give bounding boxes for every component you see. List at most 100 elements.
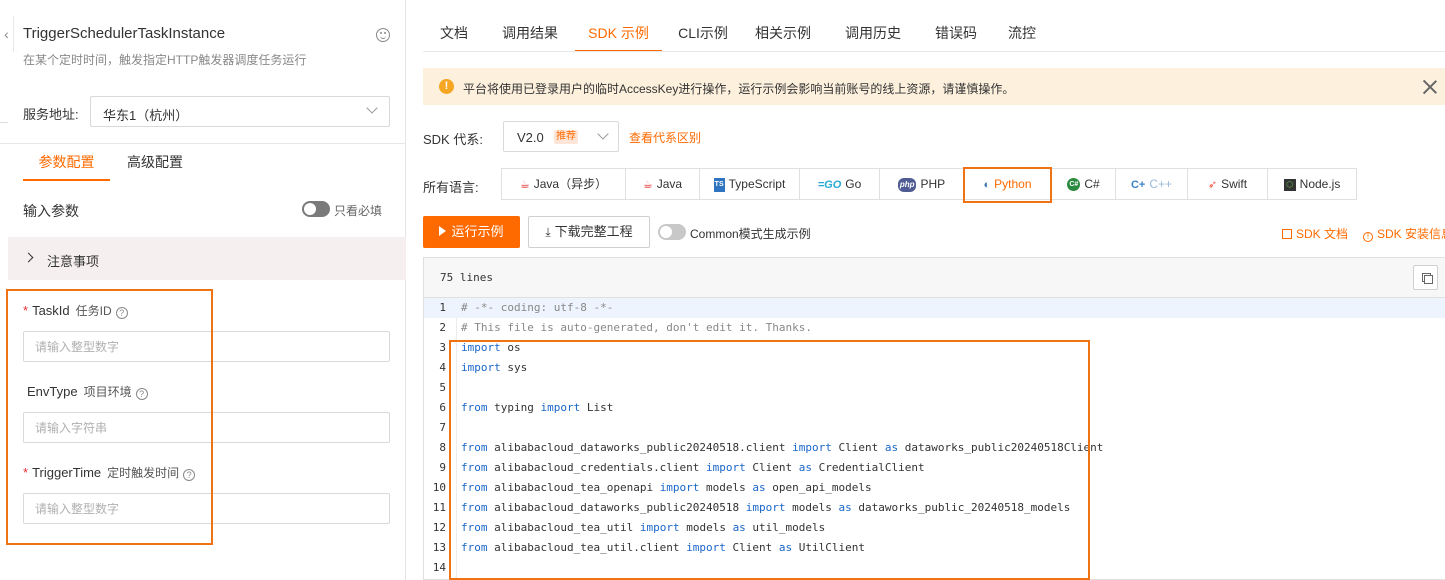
lang-tab-csharp[interactable]: C# C# — [1052, 169, 1116, 199]
tab-cli-example[interactable]: CLI示例 — [672, 15, 734, 52]
lang-tab-java-async[interactable]: ☕ Java（异步） — [502, 169, 626, 199]
php-icon: php — [897, 177, 917, 192]
help-question-icon[interactable]: ? — [183, 469, 196, 481]
code-token: open_api_models — [765, 481, 872, 494]
code-text: from typing import List — [461, 398, 613, 418]
run-example-button[interactable]: 运行示例 — [423, 216, 520, 248]
code-keyword: as — [752, 481, 766, 494]
taskid-input[interactable] — [23, 331, 390, 362]
lang-tab-python[interactable]: ◐ Python — [964, 169, 1052, 199]
chevron-right-icon — [23, 252, 34, 263]
line-number: 2 — [439, 321, 446, 334]
code-token: alibabacloud_tea_util — [487, 521, 640, 534]
code-line: 11 from alibabacloud_dataworks_public2024… — [424, 498, 1445, 518]
sdk-install-link[interactable]: ! SDK 安装信息 — [1363, 225, 1445, 242]
cpp-icon: C+ — [1130, 178, 1146, 191]
collapse-panel-icon[interactable]: ‹ — [0, 16, 14, 52]
lang-tab-label: C++ — [1149, 177, 1173, 191]
sdk-doc-link[interactable]: SDK 文档 — [1282, 225, 1348, 242]
code-comment: # -*- coding: utf-8 -*- — [461, 301, 614, 314]
help-question-icon[interactable]: ? — [135, 388, 148, 400]
field-label-envtype: EnvType 项目环境? — [23, 383, 148, 400]
tab-related-examples[interactable]: 相关示例 — [748, 15, 818, 52]
code-token: alibabacloud_tea_openapi — [487, 481, 660, 494]
chevron-down-icon — [366, 102, 378, 114]
close-icon[interactable] — [1421, 78, 1439, 96]
code-token: alibabacloud_credentials.client — [487, 461, 707, 474]
triggertime-input[interactable] — [23, 493, 390, 524]
lang-tab-nodejs[interactable]: ⬡ Node.js — [1268, 169, 1356, 199]
lang-tab-typescript[interactable]: TS TypeScript — [700, 169, 800, 199]
code-line: 3 import os — [424, 338, 1445, 358]
line-number: 14 — [432, 561, 446, 574]
nodejs-icon: ⬡ — [1283, 178, 1296, 191]
lang-tab-go[interactable]: =GO Go — [800, 169, 880, 199]
tab-param-config[interactable]: 参数配置 — [23, 146, 110, 181]
code-token: UtilClient — [792, 541, 866, 554]
line-number: 3 — [439, 341, 446, 354]
lang-tab-label: PHP — [920, 177, 946, 191]
copy-icon[interactable] — [1413, 265, 1438, 290]
required-only-toggle[interactable] — [302, 201, 330, 217]
code-keyword: as — [798, 461, 813, 474]
code-body[interactable]: 1 # -*- coding: utf-8 -*- 2 # This file is … — [424, 298, 1445, 579]
tab-flow-control[interactable]: 流控 — [1004, 15, 1040, 52]
download-project-button[interactable]: ⤓ 下载完整工程 — [528, 216, 650, 248]
field-name: TaskId — [32, 303, 70, 318]
code-keyword: from — [461, 481, 488, 494]
code-token: alibabacloud_dataworks_public20240518 — [487, 501, 746, 514]
service-address-select[interactable]: 华东1（杭州） — [90, 96, 390, 127]
lang-tab-php[interactable]: php PHP — [880, 169, 964, 199]
view-generation-diff-link[interactable]: 查看代系区别 — [629, 129, 701, 146]
code-header: 75 lines — [424, 258, 1445, 298]
code-viewer: 75 lines 1 # -*- coding: utf-8 -*- 2 # This… — [423, 257, 1445, 580]
divider — [0, 143, 406, 144]
code-text: from alibabacloud_dataworks_public202405… — [461, 498, 1070, 518]
help-question-icon[interactable]: ? — [115, 307, 128, 319]
code-line: 13 from alibabacloud_tea_util.client impo… — [424, 538, 1445, 558]
sdk-version-select[interactable]: V2.0 推荐 — [503, 121, 619, 152]
code-token: Client — [725, 541, 779, 554]
code-line: 5 — [424, 378, 1445, 398]
code-text: from alibabacloud_tea_util.client import… — [461, 538, 865, 558]
common-mode-label: Common模式生成示例 — [690, 227, 811, 241]
code-token: CredentialClient — [812, 461, 925, 474]
code-token: typing — [487, 401, 541, 414]
python-icon: ◐ — [983, 178, 991, 191]
field-cn-name: 任务ID — [75, 304, 112, 318]
code-token: os — [500, 341, 521, 354]
tab-error-codes[interactable]: 错误码 — [928, 15, 984, 52]
line-number: 12 — [432, 521, 446, 534]
code-comment: # This file is auto-generated, don't edi… — [461, 321, 812, 334]
java-icon: ☕ — [519, 178, 530, 191]
swift-icon: ➶ — [1207, 178, 1218, 191]
tab-call-history[interactable]: 调用历史 — [838, 15, 908, 52]
common-mode-toggle[interactable] — [658, 224, 686, 240]
lang-tab-label: TypeScript — [728, 177, 786, 191]
lang-tab-swift[interactable]: ➶ Swift — [1188, 169, 1268, 199]
lang-tab-label: Swift — [1221, 177, 1248, 191]
envtype-input[interactable] — [23, 412, 390, 443]
code-keyword: import — [706, 461, 746, 474]
tab-advanced-config[interactable]: 高级配置 — [127, 146, 183, 181]
notice-label: 注意事项 — [47, 254, 100, 269]
code-text: # This file is auto-generated, don't edi… — [461, 318, 812, 338]
sdk-generation-label: SDK 代系: — [423, 132, 483, 147]
tab-call-result[interactable]: 调用结果 — [495, 15, 565, 52]
notice-collapse[interactable]: 注意事项 — [8, 237, 406, 280]
tab-sdk-example[interactable]: SDK 示例 — [575, 15, 662, 52]
code-keyword: import — [745, 501, 786, 514]
lang-tab-java[interactable]: ☕ Java — [626, 169, 700, 199]
lang-tab-cpp[interactable]: C+ C++ — [1116, 169, 1188, 199]
feedback-smile-icon[interactable] — [376, 28, 390, 42]
code-keyword: import — [639, 521, 680, 534]
code-line: 4 import sys — [424, 358, 1445, 378]
tab-docs[interactable]: 文档 — [423, 15, 485, 52]
code-text: from alibabacloud_dataworks_public202405… — [461, 438, 1103, 458]
lang-tab-label: Java — [656, 177, 683, 191]
code-keyword: as — [732, 521, 746, 534]
code-line: 14 — [424, 558, 1445, 578]
go-icon: =GO — [817, 178, 842, 191]
code-keyword: import — [540, 401, 581, 414]
code-token: dataworks_public_20240518_models — [851, 501, 1071, 514]
